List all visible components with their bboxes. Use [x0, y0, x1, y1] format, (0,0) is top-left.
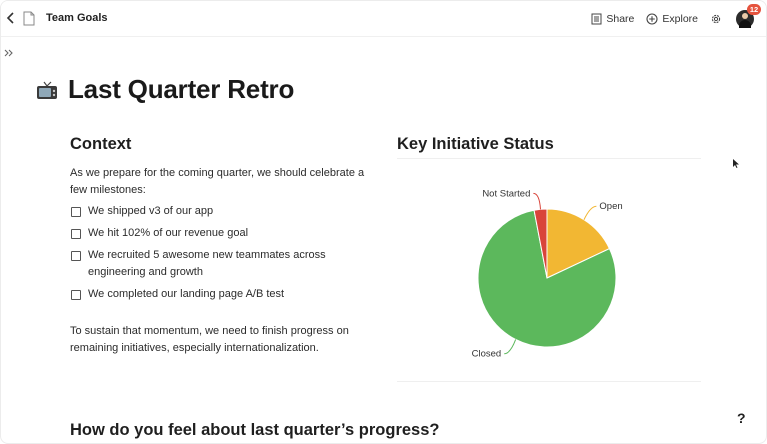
checkbox[interactable] [71, 251, 81, 261]
data-label: Open [599, 201, 622, 212]
avatar[interactable]: 12 [736, 4, 761, 28]
app-window: Team Goals Share Explore 12 Last Quarter… [0, 0, 767, 444]
list-item-text: We shipped v3 of our app [88, 205, 214, 217]
checkbox[interactable] [71, 207, 81, 217]
list-item: We completed our landing page A/B test [70, 286, 375, 303]
avatar-head [742, 13, 748, 19]
share-button[interactable]: Share [591, 13, 634, 25]
feedback-question: How do you feel about last quarter’s pro… [70, 421, 440, 439]
checkbox[interactable] [71, 229, 81, 239]
gear-icon[interactable] [710, 13, 722, 25]
checkbox[interactable] [71, 290, 81, 300]
share-label: Share [606, 13, 635, 25]
pie-chart-svg: Open Closed Not Started [472, 188, 623, 360]
document-share-icon [591, 13, 602, 25]
chart-title: Key Initiative Status [397, 135, 554, 153]
plus-circle-icon [646, 13, 658, 25]
data-label: Closed [472, 349, 502, 360]
top-actions: Share Explore 12 [591, 4, 761, 31]
leader-line [583, 205, 597, 220]
double-chevron-right-icon [4, 49, 13, 57]
list-item-text: We completed our landing page A/B test [88, 288, 285, 300]
page-title: Last Quarter Retro [68, 74, 295, 104]
avatar-body [739, 20, 751, 28]
data-label: Not Started [482, 188, 530, 199]
pie-chart: Open Closed Not Started [397, 158, 701, 382]
mouse-cursor-icon [733, 159, 739, 168]
leader-line [533, 192, 542, 210]
top-bar: Team Goals Share Explore 12 [1, 1, 766, 37]
help-button[interactable]: ? [737, 410, 746, 426]
list-item-text: We recruited 5 awesome new teammates acr… [88, 249, 326, 278]
milestone-checklist: We shipped v3 of our app We hit 102% of … [70, 203, 375, 308]
list-item: We shipped v3 of our app [70, 203, 375, 220]
list-item: We hit 102% of our revenue goal [70, 225, 375, 242]
context-heading: Context [70, 135, 132, 153]
leader-line [504, 339, 517, 355]
list-item-text: We hit 102% of our revenue goal [88, 227, 249, 239]
back-button[interactable] [4, 11, 18, 27]
context-intro: As we prepare for the coming quarter, we… [70, 167, 365, 196]
explore-button[interactable]: Explore [646, 13, 698, 25]
document-title[interactable]: Team Goals [46, 12, 108, 24]
explore-label: Explore [662, 13, 698, 25]
context-closing: To sustain that momentum, we need to fin… [70, 325, 349, 354]
list-item: We recruited 5 awesome new teammates acr… [70, 247, 375, 281]
television-icon [37, 81, 57, 99]
chevron-left-icon [6, 12, 14, 24]
notification-badge: 12 [747, 4, 761, 15]
expand-sidebar-button[interactable] [4, 48, 14, 61]
document-icon [23, 11, 35, 26]
